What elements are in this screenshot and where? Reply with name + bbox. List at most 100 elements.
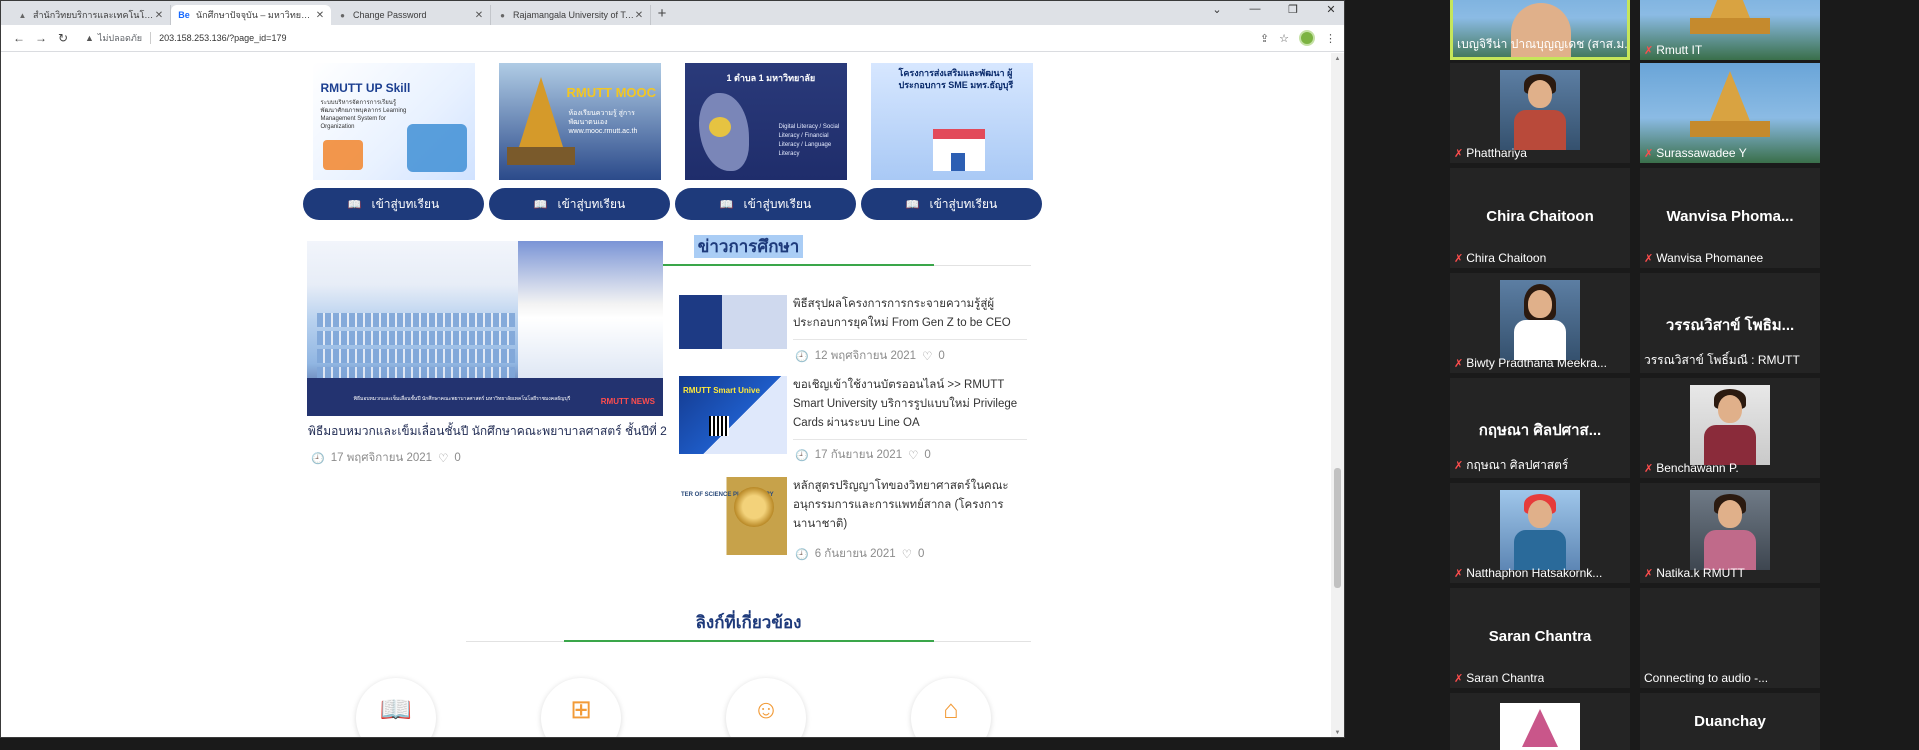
book-icon[interactable]: 📖	[356, 678, 436, 737]
section-divider	[466, 640, 1031, 642]
participant-tile[interactable]: ✗ Phatthariya	[1450, 63, 1630, 163]
home-icon[interactable]: ⌂	[911, 678, 991, 737]
participant-name: ✗ Surassawadee Y	[1644, 146, 1747, 160]
enter-course-button[interactable]: 📖 เข้าสู่บทเรียน	[675, 188, 856, 220]
minimize-icon[interactable]: —	[1248, 3, 1262, 16]
url-text[interactable]: 203.158.253.136/?page_id=179	[159, 33, 286, 43]
featured-news-title[interactable]: พิธีมอบหมวกและเข็มเลื่อนชั้นปี นักศึกษาค…	[308, 423, 668, 439]
mic-muted-icon: ✗	[1454, 357, 1464, 370]
course-card: 1 ตำบล 1 มหาวิทยาลัย Digital Literacy / …	[675, 63, 856, 220]
participant-tile[interactable]: ✗ Biwty Pradthana Meekra...	[1450, 273, 1630, 373]
browser-toolbar: ← → ↻ ▲ ไม่ปลอดภัย 203.158.253.136/?page…	[1, 25, 1344, 52]
tab-strip: ▲ สำนักวิทยบริการและเทคโนโลยีสารสนเทศ ✕ …	[1, 1, 1344, 25]
course-banner[interactable]: 1 ตำบล 1 มหาวิทยาลัย Digital Literacy / …	[684, 63, 847, 180]
participant-display-name: Chira Chaitoon	[1486, 208, 1594, 225]
bookmark-star-icon[interactable]: ☆	[1279, 32, 1289, 45]
participant-name: ✗ Chira Chaitoon	[1454, 251, 1547, 265]
share-icon[interactable]: ⇪	[1260, 32, 1269, 45]
news-title[interactable]: หลักสูตรปริญญาโทของวิทยาศาสตร์ในคณะอนุกร…	[793, 477, 1028, 534]
participant-tile[interactable]: Duanchay	[1640, 693, 1820, 750]
mic-muted-icon: ✗	[1644, 252, 1654, 265]
book-open-icon: 📖	[905, 198, 920, 211]
participant-video	[1690, 385, 1770, 465]
news-thumbnail[interactable]: TER OF SCIENCE PLEMENTARY	[679, 477, 787, 555]
user-icon[interactable]: ☺	[726, 678, 806, 737]
course-banner[interactable]: RMUTT UP Skill ระบบบริหารจัดการการเรียนร…	[312, 63, 475, 180]
profile-avatar[interactable]	[1299, 30, 1315, 46]
security-label[interactable]: ไม่ปลอดภัย	[98, 31, 142, 45]
close-tab-icon[interactable]: ✕	[315, 10, 325, 21]
behance-icon: Be	[178, 9, 190, 20]
scroll-down-icon[interactable]: ▼	[1331, 727, 1344, 737]
news-title[interactable]: ขอเชิญเข้าใช้งานบัตรออนไลน์ >> RMUTT Sma…	[793, 376, 1028, 433]
participant-tile[interactable]: ✗ Benchawann P.	[1640, 378, 1820, 478]
warning-icon[interactable]: ▲	[85, 33, 94, 43]
participant-tile[interactable]: วรรณวิสาข์ โพธิม... วรรณวิสาข์ โพธิ์มณี …	[1640, 273, 1820, 373]
participant-tile[interactable]: Wanvisa Phoma... ✗ Wanvisa Phomanee	[1640, 168, 1820, 268]
heart-icon[interactable]: ♡	[908, 448, 918, 462]
close-tab-icon[interactable]: ✕	[154, 10, 164, 21]
news-thumbnail[interactable]: RMUTT Smart Unive	[679, 376, 787, 454]
news-thumbnail[interactable]	[679, 295, 787, 349]
participant-tile[interactable]: ✗ Surassawadee Y	[1640, 63, 1820, 163]
restore-icon[interactable]: ❐	[1286, 3, 1300, 16]
news-date: 17 กันยายน 2021	[814, 449, 903, 461]
heart-icon[interactable]: ♡	[438, 451, 448, 465]
enter-course-button[interactable]: 📖 เข้าสู่บทเรียน	[489, 188, 670, 220]
scrollbar[interactable]: ▲ ▼	[1331, 53, 1344, 737]
close-tab-icon[interactable]: ✕	[634, 10, 644, 21]
back-icon[interactable]: ←	[9, 31, 29, 45]
participant-name: ✗ Natika.k RMUTT	[1644, 566, 1745, 580]
enter-course-button[interactable]: 📖 เข้าสู่บทเรียน	[303, 188, 484, 220]
menu-kebab-icon[interactable]: ⋮	[1325, 32, 1336, 45]
reload-icon[interactable]: ↻	[53, 31, 73, 45]
course-banner[interactable]: โครงการส่งเสริมและพัฒนา ผู้ประกอบการ SME…	[870, 63, 1033, 180]
page-icon: ▲	[18, 10, 27, 20]
participant-tile[interactable]: ✗ Rmutt IT	[1640, 0, 1820, 60]
participant-tile[interactable]: Chira Chaitoon ✗ Chira Chaitoon	[1450, 168, 1630, 268]
participant-name: วรรณวิสาข์ โพธิ์มณี : RMUTT	[1644, 353, 1800, 367]
tab-2[interactable]: ● Change Password ✕	[331, 5, 491, 25]
participant-display-name: Wanvisa Phoma...	[1666, 208, 1794, 225]
participant-tile[interactable]: Saran Chantra ✗ Saran Chantra	[1450, 588, 1630, 688]
participant-name: ✗ Phatthariya	[1454, 146, 1527, 160]
button-label: เข้าสู่บทเรียน	[743, 196, 812, 211]
participant-tile[interactable]	[1450, 693, 1630, 750]
tab-search-icon[interactable]: ⌄	[1210, 3, 1224, 16]
heart-icon[interactable]: ♡	[902, 547, 912, 561]
scroll-thumb[interactable]	[1334, 468, 1341, 588]
news-title[interactable]: พิธีสรุปผลโครงการการกระจายความรู้สู่ผู้ป…	[793, 295, 1028, 333]
participant-tile[interactable]: ✗ Natika.k RMUTT	[1640, 483, 1820, 583]
close-tab-icon[interactable]: ✕	[474, 10, 484, 21]
participant-display-name: กฤษณา ศิลปศาส...	[1478, 422, 1602, 439]
scroll-up-icon[interactable]: ▲	[1331, 53, 1344, 65]
participant-tile[interactable]: กฤษณา ศิลปศาส... ✗ กฤษณา ศิลปศาสตร์	[1450, 378, 1630, 478]
course-banner[interactable]: RMUTT MOOC ห้องเรียนความรู้ สู่การพัฒนาต…	[498, 63, 661, 180]
participant-name: เบญจิรีน่า ปาณบุญญเดช (สาส.ม...	[1457, 37, 1629, 51]
tab-0[interactable]: ▲ สำนักวิทยบริการและเทคโนโลยีสารสนเทศ ✕	[11, 5, 171, 25]
windows-icon[interactable]: ⊞	[541, 678, 621, 737]
tab-1[interactable]: Be นักศึกษาปัจจุบัน – มหาวิทยาลัยเทคโนโล…	[171, 5, 331, 25]
featured-news-image[interactable]: พิธีมอบหมวกและเข็มเลื่อนชั้นปี นักศึกษาค…	[307, 241, 663, 416]
participant-tile[interactable]: เบญจิรีน่า ปาณบุญญเดช (สาส.ม...	[1450, 0, 1630, 60]
like-count: 0	[938, 350, 945, 362]
enter-course-button[interactable]: 📖 เข้าสู่บทเรียน	[861, 188, 1042, 220]
participant-name: ✗ Saran Chantra	[1454, 671, 1545, 685]
participant-video	[1500, 490, 1580, 570]
clock-icon: 🕘	[795, 449, 809, 462]
participant-video	[1500, 70, 1580, 150]
new-tab-button[interactable]: +	[651, 5, 673, 25]
heart-icon[interactable]: ♡	[922, 349, 932, 363]
mic-muted-icon: ✗	[1644, 567, 1654, 580]
address-bar[interactable]: ▲ ไม่ปลอดภัย 203.158.253.136/?page_id=17…	[85, 28, 1260, 48]
tab-3[interactable]: ● Rajamangala University of Techn ✕	[491, 5, 651, 25]
browser-window: ▲ สำนักวิทยบริการและเทคโนโลยีสารสนเทศ ✕ …	[0, 0, 1345, 738]
forward-icon[interactable]: →	[31, 31, 51, 45]
participant-tile[interactable]: Connecting to audio -...	[1640, 588, 1820, 688]
course-cards: RMUTT UP Skill ระบบบริหารจัดการการเรียนร…	[303, 63, 1042, 220]
banner-title: RMUTT UP Skill	[320, 81, 411, 95]
participant-name: ✗ Benchawann P.	[1644, 461, 1739, 475]
tab-title: สำนักวิทยบริการและเทคโนโลยีสารสนเทศ	[33, 10, 154, 20]
close-window-icon[interactable]: ✕	[1324, 3, 1338, 16]
participant-tile[interactable]: ✗ Natthaphon Hatsakornk...	[1450, 483, 1630, 583]
